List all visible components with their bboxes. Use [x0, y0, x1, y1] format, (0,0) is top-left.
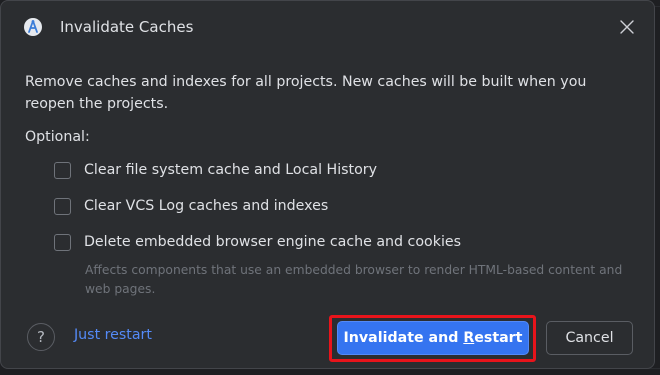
invalidate-caches-dialog: Invalidate Caches Remove caches and inde… — [0, 0, 655, 369]
help-button[interactable]: ? — [27, 323, 55, 351]
option-clear-vcs-log-caches[interactable]: Clear VCS Log caches and indexes — [54, 195, 328, 217]
invalidate-and-restart-button[interactable]: Invalidate and Restart — [337, 321, 529, 355]
dialog-title: Invalidate Caches — [60, 18, 194, 36]
button-label-part: estart — [474, 330, 523, 346]
close-icon[interactable] — [616, 16, 638, 38]
button-mnemonic: R — [463, 330, 475, 346]
button-label-part: Invalidate and — [343, 330, 464, 346]
option-delete-browser-cache[interactable]: Delete embedded browser engine cache and… — [54, 231, 461, 253]
dialog-description: Remove caches and indexes for all projec… — [25, 74, 587, 112]
option-hint: Affects components that use an embedded … — [85, 263, 623, 296]
checkbox[interactable] — [54, 197, 71, 215]
android-studio-icon — [23, 17, 43, 37]
option-label: Clear VCS Log caches and indexes — [84, 198, 329, 214]
optional-label: Optional: — [25, 129, 90, 145]
checkbox[interactable] — [54, 161, 71, 179]
option-label: Delete embedded browser engine cache and… — [84, 234, 462, 250]
cancel-button[interactable]: Cancel — [546, 321, 633, 355]
option-clear-file-system-cache[interactable]: Clear file system cache and Local Histor… — [54, 159, 377, 181]
dialog-titlebar: Invalidate Caches — [1, 1, 654, 53]
checkbox[interactable] — [54, 233, 71, 251]
just-restart-link[interactable]: Just restart — [74, 327, 152, 343]
option-label: Clear file system cache and Local Histor… — [84, 162, 378, 178]
